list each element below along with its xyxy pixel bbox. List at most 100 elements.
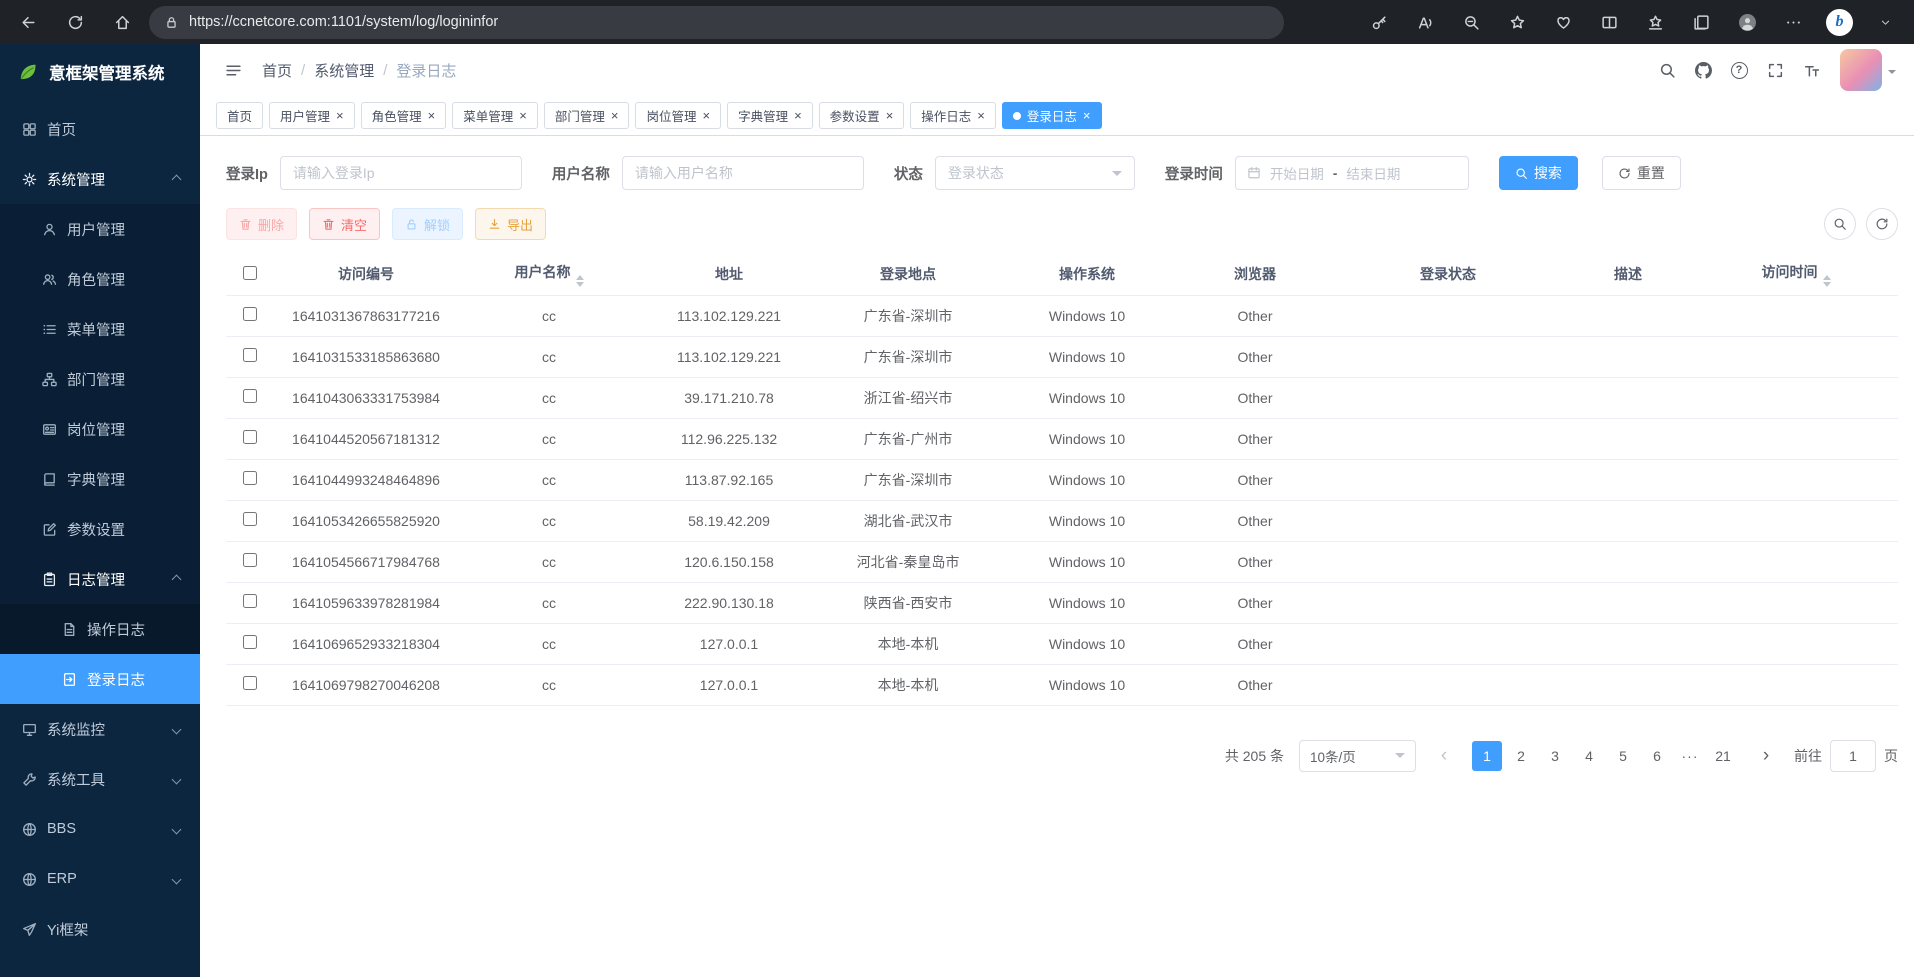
browser-essentials-button[interactable] [1545,4,1582,40]
refresh-button[interactable] [57,4,94,40]
tab-dict-mgmt[interactable]: 字典管理× [727,102,813,129]
status-select[interactable]: 登录状态 [935,156,1135,190]
page-button-3[interactable]: 3 [1540,741,1570,771]
prev-page-button[interactable]: ‹ [1431,746,1457,765]
row-checkbox[interactable] [243,635,257,649]
tab-menu-mgmt[interactable]: 菜单管理× [452,102,538,129]
sidebar-item-dict-mgmt[interactable]: 字典管理 [0,454,200,504]
column-header-8[interactable]: 访问时间 [1694,254,1898,295]
address-bar[interactable]: https://ccnetcore.com:1101/system/log/lo… [149,6,1284,39]
sidebar-item-operation-log[interactable]: 操作日志 [0,604,200,654]
close-icon[interactable]: × [702,109,710,122]
tab-home[interactable]: 首页 [216,102,263,129]
export-button[interactable]: 导出 [475,208,546,240]
row-checkbox[interactable] [243,389,257,403]
close-icon[interactable]: × [611,109,619,122]
sidebar-item-system-tools[interactable]: 系统工具 [0,754,200,804]
key-button[interactable] [1361,4,1398,40]
unlock-button[interactable]: 解锁 [392,208,463,240]
delete-button[interactable]: 删除 [226,208,297,240]
column-header-1[interactable]: 用户名称 [458,254,640,295]
close-icon[interactable]: × [886,109,894,122]
github-button[interactable] [1688,55,1718,85]
favorites-bar-button[interactable] [1637,4,1674,40]
login-ip-input[interactable] [280,156,522,190]
select-all-checkbox[interactable] [243,266,257,280]
sidebar-item-bbs[interactable]: BBS [0,804,200,854]
goto-page-input[interactable] [1830,740,1876,772]
row-checkbox[interactable] [243,307,257,321]
page-size-select[interactable]: 10条/页 [1299,740,1416,772]
toggle-search-button[interactable] [1824,208,1856,240]
tab-role-mgmt[interactable]: 角色管理× [361,102,447,129]
refresh-table-button[interactable] [1866,208,1898,240]
tab-login-log[interactable]: 登录日志× [1002,102,1102,129]
clear-button[interactable]: 清空 [309,208,380,240]
page-button-21[interactable]: 21 [1708,741,1738,771]
tab-operation-log[interactable]: 操作日志× [910,102,996,129]
page-button-5[interactable]: 5 [1608,741,1638,771]
tab-param-settings[interactable]: 参数设置× [819,102,905,129]
close-icon[interactable]: × [977,109,985,122]
tab-post-mgmt[interactable]: 岗位管理× [635,102,721,129]
sidebar-item-param-settings[interactable]: 参数设置 [0,504,200,554]
breadcrumb-item-home[interactable]: 首页 [262,60,292,81]
next-page-button[interactable]: › [1753,746,1779,765]
row-checkbox[interactable] [243,594,257,608]
profile-avatar-button[interactable] [1729,4,1766,40]
breadcrumb-item-system[interactable]: 系统管理 [314,60,374,81]
page-button-2[interactable]: 2 [1506,741,1536,771]
close-icon[interactable]: × [519,109,527,122]
back-button[interactable] [10,4,47,40]
row-checkbox[interactable] [243,676,257,690]
search-button[interactable]: 搜索 [1499,156,1578,190]
search-button[interactable] [1652,55,1682,85]
chevron-down-button[interactable] [1867,4,1904,40]
sidebar-item-role-mgmt[interactable]: 角色管理 [0,254,200,304]
close-icon[interactable]: × [336,109,344,122]
sidebar-item-yi-framework[interactable]: Yi框架 [0,904,200,954]
collapse-sidebar-button[interactable] [218,55,248,85]
split-screen-button[interactable] [1591,4,1628,40]
page-button-1[interactable]: 1 [1472,741,1502,771]
fullscreen-button[interactable] [1760,55,1790,85]
sidebar-item-menu-mgmt[interactable]: 菜单管理 [0,304,200,354]
read-aloud-button[interactable] [1407,4,1444,40]
row-checkbox[interactable] [243,553,257,567]
sidebar-item-post-mgmt[interactable]: 岗位管理 [0,404,200,454]
page-button-4[interactable]: 4 [1574,741,1604,771]
home-button[interactable] [104,4,141,40]
sort-carets-icon[interactable] [576,275,584,288]
row-checkbox[interactable] [243,430,257,444]
close-icon[interactable]: × [794,109,802,122]
sidebar-item-system-mgmt[interactable]: 系统管理 [0,154,200,204]
copilot-button[interactable]: b [1821,4,1858,40]
sidebar-item-login-log[interactable]: 登录日志 [0,654,200,704]
user-avatar[interactable] [1840,49,1882,91]
row-checkbox[interactable] [243,512,257,526]
fontsize-button[interactable] [1796,55,1826,85]
reset-button[interactable]: 重置 [1602,156,1681,190]
sidebar-item-log-mgmt[interactable]: 日志管理 [0,554,200,604]
sidebar-item-user-mgmt[interactable]: 用户管理 [0,204,200,254]
sidebar-item-dept-mgmt[interactable]: 部门管理 [0,354,200,404]
sidebar-item-erp[interactable]: ERP [0,854,200,904]
row-checkbox[interactable] [243,471,257,485]
user-name-input[interactable] [622,156,864,190]
login-time-range-picker[interactable]: 开始日期 - 结束日期 [1235,156,1469,190]
favorites-add-button[interactable] [1499,4,1536,40]
zoom-out-button[interactable] [1453,4,1490,40]
tab-user-mgmt[interactable]: 用户管理× [269,102,355,129]
page-button-6[interactable]: 6 [1642,741,1672,771]
tab-dept-mgmt[interactable]: 部门管理× [544,102,630,129]
sidebar-item-system-monitor[interactable]: 系统监控 [0,704,200,754]
collections-button[interactable] [1683,4,1720,40]
row-checkbox[interactable] [243,348,257,362]
pagination-ellipsis[interactable]: ··· [1676,748,1704,764]
settings-more-button[interactable] [1775,4,1812,40]
close-icon[interactable]: × [1083,109,1091,122]
sort-carets-icon[interactable] [1823,275,1831,288]
question-button[interactable]: ? [1724,55,1754,85]
close-icon[interactable]: × [428,109,436,122]
sidebar-item-home[interactable]: 首页 [0,104,200,154]
